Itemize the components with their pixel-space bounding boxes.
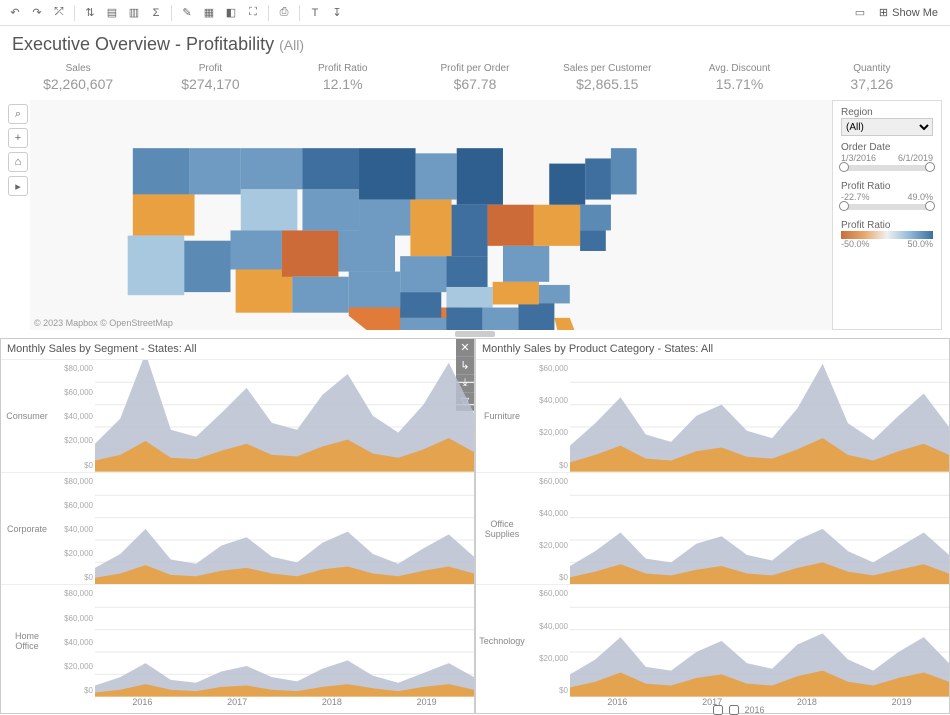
subchart: Corporate$80,000$60,000$40,000$20,000$0 xyxy=(1,473,474,586)
region-select[interactable]: (All) xyxy=(841,118,933,136)
xaxis-toggle[interactable]: 2016 xyxy=(713,705,765,715)
align-y-icon[interactable]: ↧ xyxy=(328,4,346,22)
plot-area[interactable] xyxy=(95,585,474,697)
legend-panel: Region (All) Order Date 1/3/20166/1/2019… xyxy=(832,100,942,330)
map-controls: ⌕ + ⌂ ▸ xyxy=(8,100,30,330)
y-axis: $60,000$40,000$20,000$0 xyxy=(528,360,570,472)
row-label: Furniture xyxy=(476,360,528,472)
profitratio-slider[interactable] xyxy=(841,204,933,210)
row-label: Technology xyxy=(476,585,528,697)
totals-icon[interactable]: Σ xyxy=(147,4,165,22)
kpi-sales-per-customer: Sales per Customer$2,865.15 xyxy=(541,63,673,92)
orderdate-label: Order Date xyxy=(841,142,933,153)
highlight-icon[interactable]: ✎ xyxy=(178,4,196,22)
showme-icon: ⊞ xyxy=(879,6,888,19)
panel-segment-title: Monthly Sales by Segment - States: All xyxy=(1,339,474,360)
undo-icon[interactable]: ↶ xyxy=(6,4,24,22)
swap-icon[interactable]: ⇅ xyxy=(81,4,99,22)
x-tick: 2019 xyxy=(379,697,474,713)
title-row: Executive Overview - Profitability (All) xyxy=(0,26,950,59)
y-axis: $60,000$40,000$20,000$0 xyxy=(528,473,570,585)
orderdate-slider[interactable] xyxy=(841,165,933,171)
x-tick: 2017 xyxy=(190,697,285,713)
redo-icon[interactable]: ↷ xyxy=(28,4,46,22)
y-axis: $80,000$60,000$40,000$20,000$0 xyxy=(53,585,95,697)
kpi-profit: Profit$274,170 xyxy=(144,63,276,92)
x-tick: 2019 xyxy=(854,697,949,713)
row-label: Consumer xyxy=(1,360,53,472)
x-tick: 2016 xyxy=(95,697,190,713)
row-label: Office Supplies xyxy=(476,473,528,585)
presentation-icon[interactable]: ▭ xyxy=(851,4,869,22)
format-icon[interactable]: ▦ xyxy=(200,4,218,22)
map-zoomin-icon[interactable]: + xyxy=(8,128,28,148)
subchart: Home Office$80,000$60,000$40,000$20,000$… xyxy=(1,585,474,697)
x-tick: 2018 xyxy=(285,697,380,713)
panel-segment: Monthly Sales by Segment - States: All ✕… xyxy=(0,338,475,714)
pin-icon[interactable]: ⎙ xyxy=(275,4,293,22)
colorlegend-label: Profit Ratio xyxy=(841,220,933,231)
kpi-sales: Sales$2,260,607 xyxy=(12,63,144,92)
profitratio-label: Profit Ratio xyxy=(841,181,933,192)
showme-button[interactable]: ⊞ Show Me xyxy=(873,4,944,21)
sort-desc-icon[interactable]: ▥ xyxy=(125,4,143,22)
showme-label: Show Me xyxy=(892,7,938,19)
kpi-quantity: Quantity37,126 xyxy=(806,63,938,92)
panel-category: Monthly Sales by Product Category - Stat… xyxy=(475,338,950,714)
y-axis: $60,000$40,000$20,000$0 xyxy=(528,585,570,697)
color-min: -50.0% xyxy=(841,239,870,249)
xaxis-checkbox-b[interactable] xyxy=(729,705,739,715)
row-label: Corporate xyxy=(1,473,53,585)
subchart: Consumer$80,000$60,000$40,000$20,000$0 xyxy=(1,360,474,473)
orderdate-min: 1/3/2016 xyxy=(841,153,876,163)
labels-icon[interactable]: ◧ xyxy=(222,4,240,22)
toolbar: ↶ ↷ ⤱ ⇅ ▤ ▥ Σ ✎ ▦ ◧ ⛶ ⎙ T ↧ ▭ ⊞ Show Me xyxy=(0,0,950,26)
sort-asc-icon[interactable]: ▤ xyxy=(103,4,121,22)
page-title: Executive Overview - Profitability (All) xyxy=(12,34,938,55)
region-label: Region xyxy=(841,107,933,118)
plot-area[interactable] xyxy=(95,473,474,585)
close-icon[interactable]: ✕ xyxy=(456,339,474,357)
subchart: Technology$60,000$40,000$20,000$0 xyxy=(476,585,949,697)
subchart: Office Supplies$60,000$40,000$20,000$0 xyxy=(476,473,949,586)
x-tick: 2018 xyxy=(760,697,855,713)
x-tick: 2016 xyxy=(570,697,665,713)
fit-icon[interactable]: ⛶ xyxy=(244,4,262,22)
charts-row: Monthly Sales by Segment - States: All ✕… xyxy=(0,338,950,714)
pane-divider[interactable] xyxy=(0,330,950,338)
xaxis-toggle-label: 2016 xyxy=(745,705,765,715)
align-x-icon[interactable]: T xyxy=(306,4,324,22)
kpi-profit-ratio: Profit Ratio12.1% xyxy=(277,63,409,92)
y-axis: $80,000$60,000$40,000$20,000$0 xyxy=(53,473,95,585)
color-legend-bar xyxy=(841,231,933,239)
map-play-icon[interactable]: ▸ xyxy=(8,176,28,196)
map-home-icon[interactable]: ⌂ xyxy=(8,152,28,172)
color-max: 50.0% xyxy=(907,239,933,249)
panel-category-title: Monthly Sales by Product Category - Stat… xyxy=(476,339,949,360)
map-search-icon[interactable]: ⌕ xyxy=(8,104,28,124)
kpi-row: Sales$2,260,607 Profit$274,170 Profit Ra… xyxy=(0,59,950,100)
plot-area[interactable] xyxy=(570,473,949,585)
map-area: ⌕ + ⌂ ▸ xyxy=(0,100,950,330)
us-map xyxy=(30,100,832,330)
plot-area[interactable] xyxy=(95,360,474,472)
plot-area[interactable] xyxy=(570,360,949,472)
map-attribution: © 2023 Mapbox © OpenStreetMap xyxy=(34,318,173,328)
row-label: Home Office xyxy=(1,585,53,697)
map-canvas[interactable]: © 2023 Mapbox © OpenStreetMap xyxy=(30,100,832,330)
y-axis: $80,000$60,000$40,000$20,000$0 xyxy=(53,360,95,472)
pivot-icon[interactable]: ⤱ xyxy=(50,4,68,22)
xaxis-checkbox-a[interactable] xyxy=(713,705,723,715)
plot-area[interactable] xyxy=(570,585,949,697)
subchart: Furniture$60,000$40,000$20,000$0 xyxy=(476,360,949,473)
kpi-avg-discount: Avg. Discount15.71% xyxy=(673,63,805,92)
kpi-profit-per-order: Profit per Order$67.78 xyxy=(409,63,541,92)
